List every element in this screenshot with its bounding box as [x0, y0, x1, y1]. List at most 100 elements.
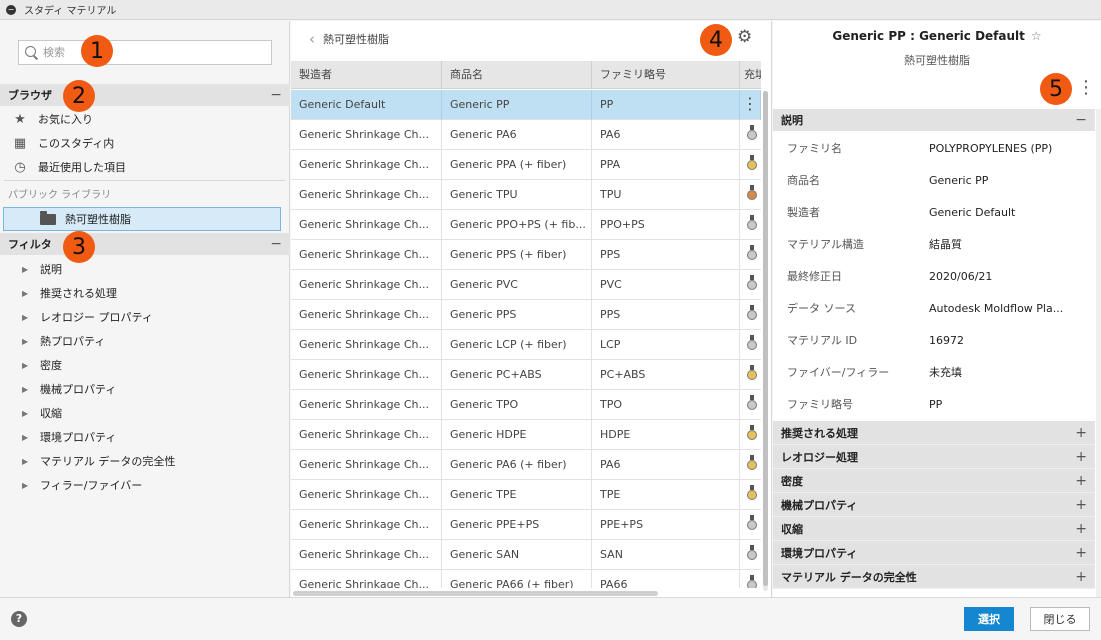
browse-section-header[interactable]: ブラウザ −: [0, 84, 290, 106]
table-row[interactable]: Generic Shrinkage Ch... Generic PA66 (+ f…: [291, 570, 761, 588]
filter-item-description[interactable]: ▶ 説明: [22, 259, 62, 279]
select-button[interactable]: 選択: [964, 607, 1014, 631]
property-key: ファイバー/フィラー: [787, 366, 890, 379]
vertical-scrollbar[interactable]: [1096, 109, 1101, 597]
column-header-filler[interactable]: 充填: [740, 61, 761, 89]
search-icon: [25, 45, 39, 60]
property-row: ファミリ名 POLYPROPYLENES (PP): [773, 132, 1095, 164]
filter-label: フィラー/ファイバー: [40, 479, 143, 492]
filter-item-mechanical[interactable]: ▶ 機械プロパティ: [22, 379, 116, 399]
table-row[interactable]: Generic Shrinkage Ch... Generic PA6 PA6: [291, 120, 761, 150]
filter-item-data-completeness[interactable]: ▶ マテリアル データの完全性: [22, 451, 175, 471]
browse-item-favorites[interactable]: ★ お気に入り: [12, 109, 93, 129]
cell-manufacturer: Generic Shrinkage Ch...: [291, 450, 442, 480]
section-label: 機械プロパティ: [781, 498, 858, 512]
section-header[interactable]: 収縮 +: [773, 517, 1095, 541]
cell-filler: [740, 360, 761, 390]
gear-icon[interactable]: ⚙: [737, 27, 752, 47]
collapse-icon[interactable]: −: [270, 87, 282, 103]
collapse-icon[interactable]: −: [270, 236, 282, 252]
expand-icon[interactable]: +: [1075, 497, 1087, 513]
chevron-left-icon[interactable]: ‹: [309, 30, 315, 48]
filter-item-recommended-processing[interactable]: ▶ 推奨される処理: [22, 283, 117, 303]
table-row[interactable]: Generic Shrinkage Ch... Generic PC+ABS PC+…: [291, 360, 761, 390]
table-row[interactable]: Generic Shrinkage Ch... Generic PPA (+ fi…: [291, 150, 761, 180]
section-header[interactable]: 環境プロパティ +: [773, 541, 1095, 565]
close-button[interactable]: 閉じる: [1030, 607, 1090, 631]
cell-family: HDPE: [592, 420, 740, 450]
cell-manufacturer: Generic Shrinkage Ch...: [291, 480, 442, 510]
description-section-header[interactable]: 説明 −: [773, 109, 1095, 131]
filter-item-rheology[interactable]: ▶ レオロジー プロパティ: [22, 307, 153, 327]
table-row[interactable]: Generic Shrinkage Ch... Generic PA6 (+ fi…: [291, 450, 761, 480]
expand-icon[interactable]: +: [1075, 521, 1087, 537]
table-row[interactable]: Generic Shrinkage Ch... Generic PPS (+ fi…: [291, 240, 761, 270]
cell-manufacturer: Generic Shrinkage Ch...: [291, 540, 442, 570]
cell-trade-name: Generic TPU: [442, 180, 592, 210]
column-header-manufacturer[interactable]: 製造者: [291, 61, 442, 89]
cell-family: TPU: [592, 180, 740, 210]
minus-circle-icon[interactable]: −: [6, 4, 16, 15]
table-row[interactable]: Generic Shrinkage Ch... Generic HDPE HDPE: [291, 420, 761, 450]
browse-item-this-study[interactable]: ▦ このスタディ内: [12, 133, 114, 153]
filter-item-density[interactable]: ▶ 密度: [22, 355, 62, 375]
filter-item-environmental[interactable]: ▶ 環境プロパティ: [22, 427, 116, 447]
search-input[interactable]: [43, 46, 243, 59]
property-value: Generic PP: [929, 173, 989, 187]
medal-icon: [747, 185, 757, 200]
cell-family: SAN: [592, 540, 740, 570]
breadcrumb-label: 熱可塑性樹脂: [323, 33, 389, 46]
browse-item-recent[interactable]: ◷ 最近使用した項目: [12, 157, 126, 177]
property-row: マテリアル ID 16972: [773, 324, 1095, 356]
row-menu-icon[interactable]: ⋮: [740, 90, 761, 120]
column-header-family[interactable]: ファミリ略号: [592, 61, 740, 89]
section-header[interactable]: レオロジー処理 +: [773, 445, 1095, 469]
scrollbar-thumb[interactable]: [763, 91, 768, 586]
property-key: データ ソース: [787, 302, 856, 315]
horizontal-scrollbar[interactable]: [293, 591, 658, 596]
filter-item-shrinkage[interactable]: ▶ 収縮: [22, 403, 62, 423]
table-row[interactable]: Generic Shrinkage Ch... Generic PVC PVC: [291, 270, 761, 300]
cell-filler: [740, 420, 761, 450]
cell-filler: [740, 480, 761, 510]
expand-icon[interactable]: +: [1075, 449, 1087, 465]
star-outline-icon[interactable]: ☆: [1031, 29, 1042, 43]
cell-trade-name: Generic TPE: [442, 480, 592, 510]
filter-item-filler-fiber[interactable]: ▶ フィラー/ファイバー: [22, 475, 142, 495]
cell-filler: [740, 450, 761, 480]
table-row[interactable]: Generic Shrinkage Ch... Generic LCP (+ fi…: [291, 330, 761, 360]
table-row[interactable]: Generic Default Generic PP PP ⋮: [291, 90, 761, 120]
filter-section-header[interactable]: フィルタ −: [0, 233, 290, 255]
expand-icon[interactable]: +: [1075, 473, 1087, 489]
breadcrumb[interactable]: ‹ 熱可塑性樹脂: [309, 30, 389, 48]
cell-manufacturer: Generic Shrinkage Ch...: [291, 120, 442, 150]
cell-family: TPO: [592, 390, 740, 420]
column-header-trade-name[interactable]: 商品名: [442, 61, 592, 89]
expand-icon[interactable]: +: [1075, 545, 1087, 561]
expand-icon[interactable]: +: [1075, 425, 1087, 441]
more-options-icon[interactable]: ⋮: [1077, 77, 1095, 98]
table-row[interactable]: Generic Shrinkage Ch... Generic TPO TPO: [291, 390, 761, 420]
expand-icon[interactable]: +: [1075, 569, 1087, 585]
table-row[interactable]: Generic Shrinkage Ch... Generic SAN SAN: [291, 540, 761, 570]
section-header[interactable]: マテリアル データの完全性 +: [773, 565, 1095, 589]
library-item-thermoplastics[interactable]: 熱可塑性樹脂: [3, 207, 281, 231]
chevron-right-icon: ▶: [22, 480, 29, 490]
table-row[interactable]: Generic Shrinkage Ch... Generic PPO+PS (+…: [291, 210, 761, 240]
filter-item-thermal[interactable]: ▶ 熱プロパティ: [22, 331, 105, 351]
table-row[interactable]: Generic Shrinkage Ch... Generic TPU TPU: [291, 180, 761, 210]
vertical-scrollbar[interactable]: [763, 91, 768, 591]
table-row[interactable]: Generic Shrinkage Ch... Generic TPE TPE: [291, 480, 761, 510]
section-header[interactable]: 密度 +: [773, 469, 1095, 493]
table-row[interactable]: Generic Shrinkage Ch... Generic PPS PPS: [291, 300, 761, 330]
cell-family: TPE: [592, 480, 740, 510]
section-header[interactable]: 推奨される処理 +: [773, 421, 1095, 445]
help-icon[interactable]: ?: [11, 611, 27, 627]
section-header[interactable]: 機械プロパティ +: [773, 493, 1095, 517]
collapse-icon[interactable]: −: [1075, 112, 1087, 128]
property-row: ファミリ略号 PP: [773, 388, 1095, 420]
search-box[interactable]: [18, 40, 272, 65]
table-row[interactable]: Generic Shrinkage Ch... Generic PPE+PS PPE…: [291, 510, 761, 540]
library-item-label: 熱可塑性樹脂: [65, 213, 131, 226]
cell-family: PPO+PS: [592, 210, 740, 240]
